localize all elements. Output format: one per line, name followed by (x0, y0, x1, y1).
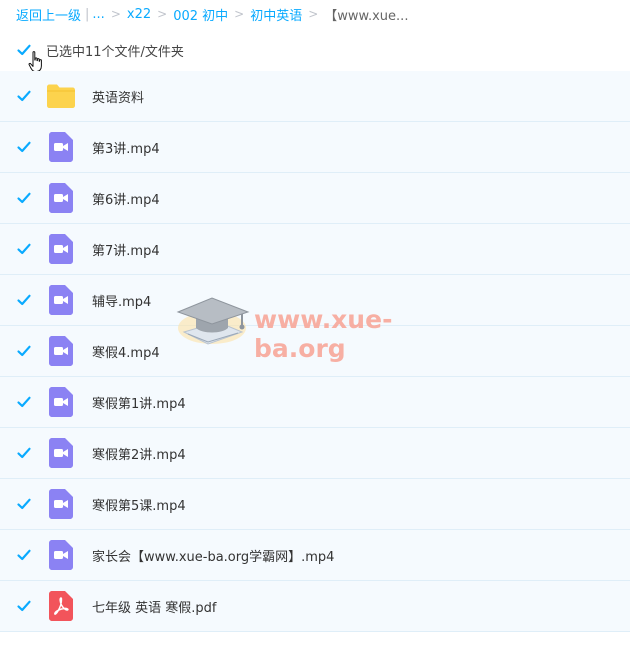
video-file-icon (46, 489, 76, 519)
breadcrumb-item-x22[interactable]: x22 (127, 7, 151, 22)
breadcrumb-item-english[interactable]: 初中英语 (250, 5, 302, 24)
breadcrumb-divider: | (85, 6, 90, 22)
file-row[interactable]: 寒假第1讲.mp4 (0, 377, 630, 428)
row-checkbox[interactable] (16, 292, 32, 308)
file-name[interactable]: 寒假4.mp4 (92, 342, 160, 361)
chevron-right-icon: > (157, 7, 168, 21)
file-name[interactable]: 第3讲.mp4 (92, 138, 160, 157)
file-row[interactable]: 第3讲.mp4 (0, 122, 630, 173)
row-checkbox[interactable] (16, 190, 32, 206)
row-checkbox[interactable] (16, 343, 32, 359)
file-row[interactable]: 英语资料 (0, 71, 630, 122)
file-row[interactable]: 寒假4.mp4 (0, 326, 630, 377)
file-row[interactable]: 寒假第2讲.mp4 (0, 428, 630, 479)
video-file-icon (46, 387, 76, 417)
video-file-icon (46, 132, 76, 162)
file-row[interactable]: 第7讲.mp4 (0, 224, 630, 275)
selection-count: 已选中11个文件/文件夹 (46, 44, 184, 60)
folder-icon (46, 81, 76, 111)
file-list: 英语资料第3讲.mp4 第6讲.mp4 第7讲.mp4 辅导.mp4 寒假4.mp4 寒假… (0, 71, 630, 632)
video-file-icon (46, 183, 76, 213)
file-name[interactable]: 第7讲.mp4 (92, 240, 160, 259)
file-name[interactable]: 辅导.mp4 (92, 291, 151, 310)
row-checkbox[interactable] (16, 496, 32, 512)
row-checkbox[interactable] (16, 394, 32, 410)
file-row[interactable]: 寒假第5课.mp4 (0, 479, 630, 530)
pdf-file-icon (46, 591, 76, 621)
breadcrumb-current: 【www.xue... (324, 8, 409, 24)
row-checkbox[interactable] (16, 445, 32, 461)
file-row[interactable]: 第6讲.mp4 (0, 173, 630, 224)
breadcrumb: 返回上一级 | ... > x22 > 002 初中 > 初中英语 > 【www… (16, 5, 409, 24)
breadcrumb-item-002[interactable]: 002 初中 (173, 5, 228, 24)
video-file-icon (46, 540, 76, 570)
file-name[interactable]: 寒假第1讲.mp4 (92, 393, 186, 412)
file-name[interactable]: 寒假第5课.mp4 (92, 495, 186, 514)
file-row[interactable]: 辅导.mp4 (0, 275, 630, 326)
chevron-right-icon: > (308, 7, 319, 21)
video-file-icon (46, 438, 76, 468)
file-name[interactable]: 第6讲.mp4 (92, 189, 160, 208)
video-file-icon (46, 336, 76, 366)
row-checkbox[interactable] (16, 547, 32, 563)
chevron-right-icon: > (110, 7, 121, 21)
row-checkbox[interactable] (16, 241, 32, 257)
file-row[interactable]: 家长会【www.xue-ba.org学霸网】.mp4 (0, 530, 630, 581)
file-row[interactable]: 七年级 英语 寒假.pdf (0, 581, 630, 632)
file-name[interactable]: 英语资料 (92, 87, 144, 106)
file-name[interactable]: 家长会【www.xue-ba.org学霸网】.mp4 (92, 546, 334, 565)
breadcrumb-ellipsis[interactable]: ... (92, 7, 104, 22)
video-file-icon (46, 234, 76, 264)
chevron-right-icon: > (234, 7, 245, 21)
file-name[interactable]: 寒假第2讲.mp4 (92, 444, 186, 463)
file-name[interactable]: 七年级 英语 寒假.pdf (92, 597, 216, 616)
row-checkbox[interactable] (16, 88, 32, 104)
back-link[interactable]: 返回上一级 (16, 5, 81, 24)
row-checkbox[interactable] (16, 139, 32, 155)
row-checkbox[interactable] (16, 598, 32, 614)
video-file-icon (46, 285, 76, 315)
